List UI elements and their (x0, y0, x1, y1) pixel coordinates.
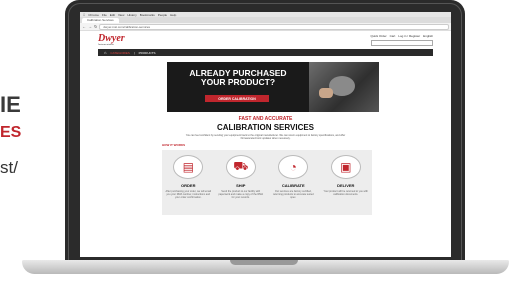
step-desc: Send the product to our facility with pa… (218, 190, 264, 199)
menu-chrome[interactable]: Chrome (88, 13, 99, 17)
menu-view[interactable]: View (118, 13, 124, 17)
step-desc: Your product will be returned to you wit… (323, 190, 368, 196)
step-ship: ⛟ SHIP Send the product to our facility … (218, 155, 264, 199)
section-description: You can feel confident by sending your e… (185, 134, 346, 140)
site-header: Dwyer Instrumentation Quick Order Cart Lo… (80, 31, 451, 49)
order-calibration-button[interactable]: ORDER CALIBRATION (205, 95, 269, 102)
left-text-2: ES (0, 124, 22, 141)
step-order: ▤ ORDER After purchasing your order, we … (165, 155, 211, 199)
step-deliver: ▣ DELIVER Your product will be returned … (323, 155, 369, 196)
language-link[interactable]: English (423, 34, 433, 38)
search-input[interactable] (371, 40, 433, 46)
address-text: dwyer-inst.com/calibration-services (103, 24, 151, 29)
quick-order-link[interactable]: Quick Order (370, 34, 386, 38)
reload-icon[interactable]: ↻ (94, 24, 97, 29)
laptop-screen:  Chrome File Edit View History Bookmark… (80, 12, 451, 257)
menu-edit[interactable]: Edit (110, 13, 115, 17)
breadcrumb-separator: | (133, 50, 135, 55)
left-text-1: IE (0, 92, 21, 117)
order-form-icon: ▤ (173, 155, 204, 179)
step-name: DELIVER (337, 183, 355, 188)
menu-file[interactable]: File (102, 13, 107, 17)
apple-icon[interactable]:  (83, 13, 85, 17)
gauge-icon: ◔ (278, 155, 309, 179)
menu-people[interactable]: People (158, 13, 167, 17)
step-name: SHIP (236, 183, 246, 188)
hero-title: ALREADY PURCHASED YOUR PRODUCT? (167, 69, 309, 87)
back-icon[interactable]: ← (82, 24, 86, 29)
tab-label: Calibration Services (87, 18, 114, 22)
login-link[interactable]: Log in / Register (398, 34, 420, 38)
hero-title-line2: YOUR PRODUCT? (200, 77, 276, 87)
util-links: Quick Order Cart Log in / Register Engli… (370, 34, 433, 38)
how-it-works-label: HOW IT WORKS (162, 143, 186, 147)
breadcrumb-current: PRODUCTS (138, 50, 156, 55)
menu-bookmarks[interactable]: Bookmarks (140, 13, 155, 17)
home-icon[interactable]: ⌂ (104, 50, 106, 55)
hero-photo (309, 62, 379, 112)
logo-text: Dwyer (98, 32, 125, 44)
hero-banner: ALREADY PURCHASED YOUR PRODUCT? ORDER CA… (167, 62, 379, 112)
truck-icon: ⛟ (225, 155, 256, 179)
step-name: ORDER (181, 183, 196, 188)
section-title: CALIBRATION SERVICES (216, 123, 315, 132)
laptop-notch (230, 260, 298, 265)
steps-panel: ▤ ORDER After purchasing your order, we … (162, 150, 372, 215)
menu-help[interactable]: Help (170, 13, 176, 17)
forward-icon[interactable]: → (88, 24, 92, 29)
cart-link[interactable]: Cart (390, 34, 396, 38)
browser-toolbar: ← → ↻ dwyer-inst.com/calibration-service… (80, 23, 451, 31)
menu-history[interactable]: History (127, 13, 136, 17)
step-calibrate: ◔ CALIBRATE Our services are factory cer… (270, 155, 316, 199)
browser-tab[interactable]: Calibration Services (82, 17, 119, 23)
breadcrumb-categories[interactable]: CATEGORIES (110, 51, 129, 55)
address-bar[interactable]: dwyer-inst.com/calibration-services (99, 23, 449, 30)
package-icon: ▣ (330, 155, 361, 179)
step-desc: Our services are factory certified, retu… (272, 190, 314, 199)
step-desc: After purchasing your order, we will ema… (165, 190, 212, 199)
header-utilities: Quick Order Cart Log in / Register Engli… (370, 34, 433, 46)
breadcrumb: ⌂ CATEGORIES | PRODUCTS (98, 49, 433, 56)
dwyer-logo[interactable]: Dwyer Instrumentation (98, 32, 125, 46)
tagline: FAST AND ACCURATE (238, 116, 293, 122)
step-name: CALIBRATE (281, 183, 305, 188)
left-text-3: st/ (0, 158, 18, 177)
